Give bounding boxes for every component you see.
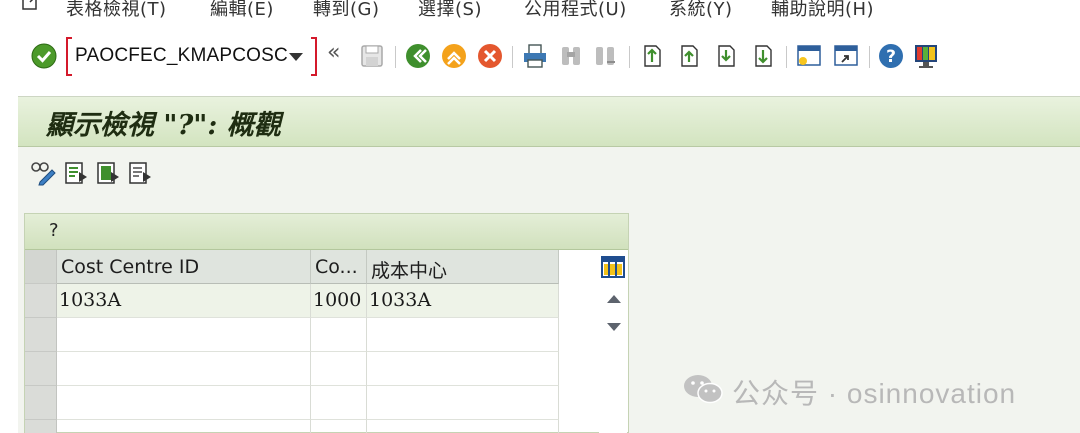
cell-cost-centre-id[interactable]: 1033A [57, 284, 311, 318]
document-icon[interactable] [20, 0, 42, 16]
cell-empty[interactable] [311, 420, 367, 433]
help-icon[interactable]: ? [877, 42, 905, 70]
cell-company[interactable]: 1000 [311, 284, 367, 318]
cell-empty[interactable] [57, 318, 311, 352]
cell-empty[interactable] [311, 318, 367, 352]
page-title: 顯示檢視 "?": 概觀 [46, 110, 281, 141]
cell-empty[interactable] [367, 420, 559, 433]
grid-caption-text: ? [49, 220, 59, 241]
row-selector[interactable] [25, 386, 57, 420]
display-change-icon[interactable] [30, 160, 56, 186]
customize-layout-icon[interactable] [912, 42, 940, 70]
row-selector[interactable] [25, 284, 57, 318]
scroll-down-icon[interactable] [607, 323, 621, 331]
create-session-icon[interactable] [795, 42, 823, 70]
column-header-cost-centre-id[interactable]: Cost Centre ID [57, 250, 311, 284]
enter-icon[interactable] [30, 42, 58, 70]
row-selector[interactable] [25, 420, 57, 433]
cancel-icon[interactable] [476, 42, 504, 70]
menu-selection[interactable]: 選擇(S) [418, 0, 482, 21]
grid-caption: ? [25, 214, 628, 250]
command-field-value[interactable]: PAOCFEC_KMAPCOSC [75, 45, 288, 67]
cell-empty[interactable] [57, 386, 311, 420]
back-icon[interactable] [404, 42, 432, 70]
row-selector[interactable] [25, 352, 57, 386]
save-icon[interactable] [358, 42, 386, 70]
generate-shortcut-icon[interactable] [832, 42, 860, 70]
svg-text:?: ? [886, 47, 896, 67]
menu-goto[interactable]: 轉到(G) [313, 0, 380, 21]
wechat-logo-icon [682, 372, 724, 406]
deselect-all-icon[interactable] [127, 160, 153, 186]
menu-bar: 表格檢視(T) 編輯(E) 轉到(G) 選擇(S) 公用程式(U) 系統(Y) … [0, 0, 1080, 24]
cell-empty[interactable] [367, 352, 559, 386]
cell-empty[interactable] [57, 420, 311, 433]
column-header-company[interactable]: Co... [311, 250, 367, 284]
command-field[interactable]: PAOCFEC_KMAPCOSC [66, 37, 317, 76]
data-grid: ? Cost Centre ID Co... 成本中心 1033A 1000 1… [24, 213, 629, 433]
watermark-text: 公众号 · osinnovation [732, 378, 1017, 409]
vertical-scrollbar[interactable] [599, 284, 627, 433]
menu-help[interactable]: 輔助說明(H) [771, 0, 874, 21]
print-icon[interactable] [521, 42, 549, 70]
row-selector[interactable] [25, 318, 57, 352]
cell-cost-center[interactable]: 1033A [367, 284, 559, 318]
menu-table-view[interactable]: 表格檢視(T) [66, 0, 167, 21]
column-header-cost-center[interactable]: 成本中心 [367, 250, 559, 284]
cell-empty[interactable] [367, 386, 559, 420]
select-all-icon[interactable] [95, 160, 121, 186]
application-toolbar [18, 148, 1080, 204]
cell-empty[interactable] [367, 318, 559, 352]
chevron-down-icon[interactable] [289, 53, 303, 61]
menu-system[interactable]: 系統(Y) [669, 0, 733, 21]
cell-empty[interactable] [311, 352, 367, 386]
cell-empty[interactable] [57, 352, 311, 386]
first-page-icon[interactable] [638, 42, 666, 70]
select-all-rows-button[interactable] [25, 250, 57, 284]
menu-edit[interactable]: 編輯(E) [210, 0, 274, 21]
previous-page-icon[interactable] [675, 42, 703, 70]
scroll-up-icon[interactable] [607, 295, 621, 303]
find-next-icon[interactable] [591, 42, 619, 70]
cell-empty[interactable] [311, 386, 367, 420]
standard-toolbar: PAOCFEC_KMAPCOSC « ? [0, 32, 1080, 82]
last-page-icon[interactable] [749, 42, 777, 70]
column-settings-icon[interactable] [600, 254, 626, 280]
find-icon[interactable] [557, 42, 585, 70]
menu-utilities[interactable]: 公用程式(U) [524, 0, 627, 21]
details-icon[interactable] [63, 160, 89, 186]
next-page-icon[interactable] [712, 42, 740, 70]
history-chevron-icon[interactable]: « [327, 40, 340, 65]
exit-icon[interactable] [440, 42, 468, 70]
